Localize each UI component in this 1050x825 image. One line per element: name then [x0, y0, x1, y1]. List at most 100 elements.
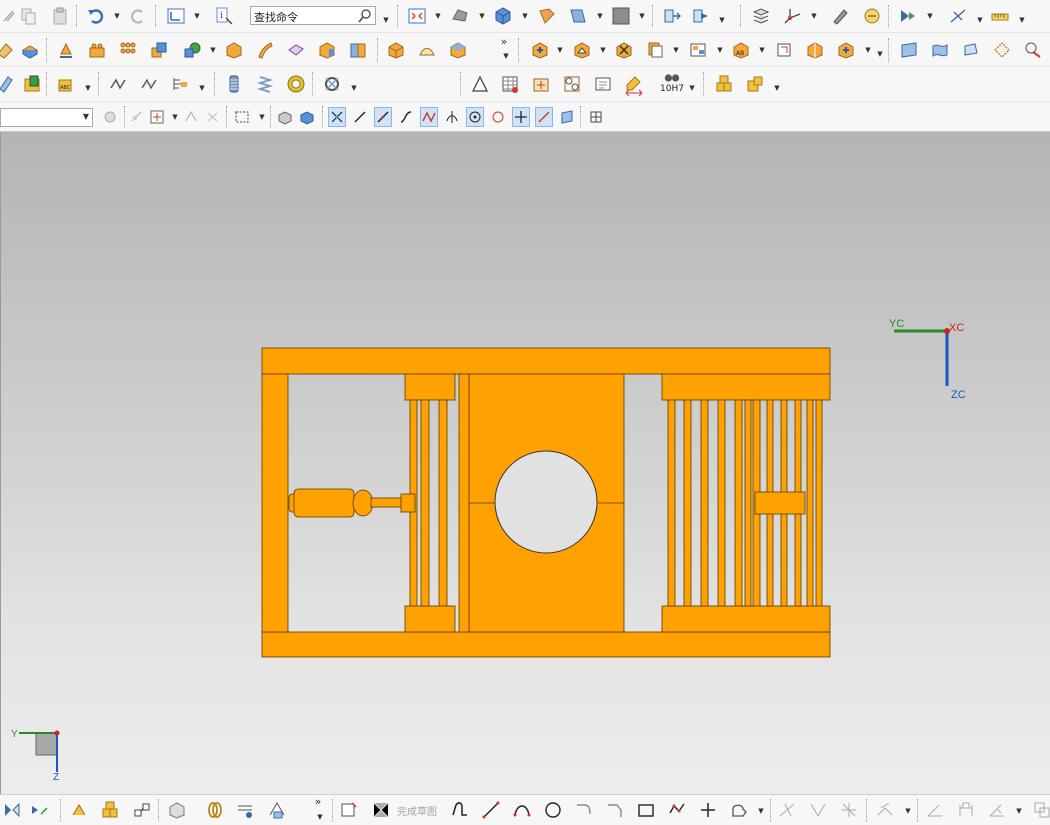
mold-base-icon[interactable] — [686, 38, 710, 62]
finish-sketch-icon[interactable] — [369, 798, 393, 822]
pattern-feature-icon[interactable] — [85, 38, 109, 62]
slider-icon[interactable] — [803, 38, 827, 62]
hatch-icon[interactable] — [137, 72, 161, 96]
studio-surface-icon[interactable] — [990, 38, 1014, 62]
quick-pick-dropdown-icon[interactable]: ▼ — [171, 112, 179, 122]
shaft-hub[interactable] — [754, 491, 806, 515]
offset-face-icon[interactable] — [446, 38, 470, 62]
paste-icon[interactable] — [48, 4, 72, 28]
shaded-icon[interactable] — [448, 4, 472, 28]
snap-curve-icon[interactable] — [397, 107, 415, 127]
fillet-icon[interactable] — [572, 798, 596, 822]
copy-feature-dropdown-icon[interactable]: ▼ — [672, 45, 680, 55]
chain-icon[interactable] — [203, 798, 227, 822]
move-component-icon[interactable] — [660, 4, 684, 28]
ruled-surface-icon[interactable] — [897, 38, 921, 62]
grid-icon[interactable] — [587, 107, 605, 127]
snap-quadrant-icon[interactable] — [489, 107, 507, 127]
surface-finish-icon[interactable] — [560, 72, 584, 96]
bottom-plate[interactable] — [261, 631, 831, 658]
graphics-viewport[interactable]: YC XC ZC Y Z — [0, 132, 1050, 794]
selection-filter-select[interactable]: ▼ — [0, 108, 93, 127]
snap-endpoint-icon[interactable] — [328, 107, 346, 127]
constraint-icon[interactable] — [67, 798, 91, 822]
fit-tolerance-button[interactable]: 10H7 — [657, 69, 687, 97]
swept-surface-icon[interactable] — [959, 38, 983, 62]
undo-dropdown-icon[interactable]: ▼ — [113, 11, 121, 21]
chamfer-icon[interactable] — [603, 798, 627, 822]
rod-clevis[interactable] — [400, 493, 416, 513]
curve-network-icon[interactable] — [1021, 38, 1045, 62]
mold-wizard-dropdown-icon[interactable]: ▼ — [556, 45, 564, 55]
offset-dropdown-icon[interactable]: ▼ — [904, 806, 912, 816]
info-icon[interactable]: i — [212, 4, 236, 28]
blend-icon[interactable] — [0, 38, 16, 62]
trim-body-icon[interactable] — [346, 38, 370, 62]
snap-control-point-icon[interactable] — [420, 107, 438, 127]
sketch-settings-icon[interactable] — [265, 798, 289, 822]
snap-center-icon[interactable] — [466, 107, 484, 127]
snap-bounded-icon[interactable] — [558, 107, 576, 127]
command-search-input[interactable]: 查找命令 — [250, 6, 376, 25]
sketch-constraint-icon[interactable] — [233, 798, 257, 822]
filter-settings-icon[interactable] — [101, 107, 119, 127]
quick-extend-icon[interactable] — [806, 798, 830, 822]
component-icon[interactable] — [298, 107, 316, 127]
snap-line-icon[interactable] — [351, 107, 369, 127]
solid-body-icon[interactable] — [276, 107, 294, 127]
snap-intersection-icon[interactable] — [443, 107, 461, 127]
weld-symbol-icon[interactable] — [529, 72, 553, 96]
pattern-icon[interactable] — [116, 38, 140, 62]
surface-icon[interactable] — [415, 38, 439, 62]
measure-icon[interactable] — [988, 4, 1012, 28]
line-icon[interactable] — [479, 798, 503, 822]
mold-base-dropdown-icon[interactable]: ▼ — [716, 45, 724, 55]
rectangle-icon[interactable] — [634, 798, 658, 822]
bolt-icon[interactable] — [222, 72, 246, 96]
bearing-icon[interactable] — [284, 72, 308, 96]
row2-overflow-dropdown-icon[interactable]: ▼ — [502, 51, 510, 61]
assembly-dropdown-icon[interactable]: ▼ — [718, 15, 726, 25]
combine-icon[interactable] — [147, 38, 171, 62]
engraving-dropdown-icon[interactable]: ▼ — [84, 83, 92, 93]
top-plate[interactable] — [261, 347, 831, 375]
profile-icon[interactable] — [448, 798, 472, 822]
layer-settings-icon[interactable] — [749, 4, 773, 28]
right-block-top[interactable] — [661, 373, 831, 401]
block-icon[interactable] — [222, 38, 246, 62]
through-curves-icon[interactable] — [928, 38, 952, 62]
datum-dropdown-icon[interactable]: ▼ — [198, 83, 206, 93]
background-dropdown-icon[interactable]: ▼ — [638, 11, 646, 21]
auto-constrain-icon[interactable] — [985, 798, 1009, 822]
mirror-icon[interactable] — [0, 798, 24, 822]
mold-wizard-icon[interactable] — [528, 38, 552, 62]
snap-point-on-curve-icon[interactable] — [512, 107, 530, 127]
left-guide-top[interactable] — [404, 373, 456, 401]
sketch-icon[interactable] — [165, 798, 189, 822]
electrode-icon[interactable] — [0, 72, 18, 96]
note-icon[interactable] — [591, 72, 615, 96]
guide-rod[interactable] — [438, 399, 448, 607]
relation-icon[interactable] — [130, 798, 154, 822]
center-bore[interactable] — [494, 450, 598, 554]
make-corner-icon[interactable] — [837, 798, 861, 822]
quick-pick-icon[interactable] — [148, 107, 166, 127]
assembly-blocks-icon[interactable] — [743, 72, 767, 96]
sweep-icon[interactable] — [253, 38, 277, 62]
delete-feature-icon[interactable] — [612, 38, 636, 62]
copy-feature-icon[interactable] — [643, 38, 667, 62]
right-block-bottom[interactable] — [661, 605, 831, 633]
snap-point-on-face-icon[interactable] — [535, 107, 553, 127]
left-wall[interactable] — [261, 373, 289, 633]
blocks-icon[interactable] — [712, 72, 736, 96]
insert-icon[interactable] — [834, 38, 858, 62]
ejector-icon[interactable] — [772, 38, 796, 62]
rapid-dimension-icon[interactable] — [954, 798, 978, 822]
orient-dropdown-icon[interactable]: ▼ — [521, 11, 529, 21]
trim-icon[interactable] — [775, 798, 799, 822]
parting-dropdown-icon[interactable]: ▼ — [599, 45, 607, 55]
insert-dropdown-icon[interactable]: ▼ — [864, 45, 872, 55]
studio-spline-icon[interactable] — [727, 798, 751, 822]
view-orient-icon[interactable] — [491, 4, 515, 28]
copy-icon[interactable] — [16, 4, 40, 28]
